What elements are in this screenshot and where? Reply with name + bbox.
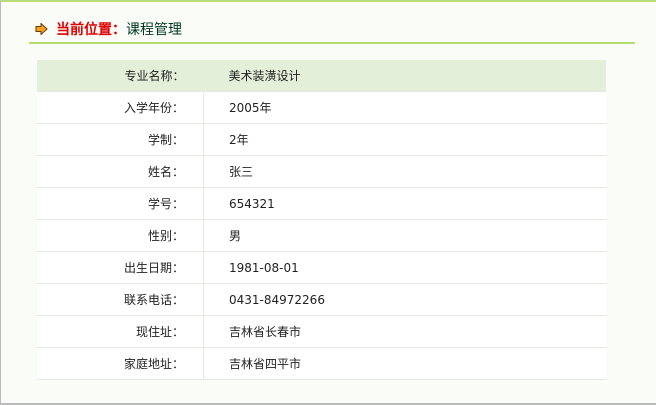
field-label: 学号： <box>37 187 204 220</box>
field-label: 专业名称： <box>37 60 204 92</box>
table-row: 专业名称： 美术装潢设计 <box>37 60 606 92</box>
student-info-table: 专业名称： 美术装潢设计 入学年份： 2005年 学制： 2年 姓名： 张三 学号： 654321… <box>37 60 606 380</box>
field-value: 654321 <box>203 187 606 220</box>
breadcrumb-current: 课程管理 <box>126 22 182 38</box>
field-value: 1981-08-01 <box>203 251 606 284</box>
arrow-right-icon <box>35 23 48 35</box>
table-row: 学制： 2年 <box>37 123 606 156</box>
divider <box>29 42 635 44</box>
table-row: 性别：男 <box>37 219 606 252</box>
field-value: 2年 <box>203 123 606 156</box>
field-value: 0431-84972266 <box>203 283 606 316</box>
field-label: 性别： <box>37 219 204 252</box>
table-row: 出生日期： 1981-08-01 <box>37 251 606 284</box>
table-row: 姓名： 张三 <box>37 155 606 188</box>
field-label: 出生日期： <box>37 251 204 284</box>
field-value: 2005年 <box>203 91 606 124</box>
field-value: 张三 <box>203 155 606 188</box>
table-row: 联系电话： 0431-84972266 <box>37 283 606 316</box>
field-value: 美术装潢设计 <box>203 60 606 92</box>
field-label: 姓名： <box>37 155 204 188</box>
breadcrumb: 当前位置： 课程管理 <box>35 19 182 39</box>
breadcrumb-label: 当前位置： <box>56 22 126 38</box>
table-row: 学号： 654321 <box>37 187 606 220</box>
table-row: 入学年份： 2005年 <box>37 91 606 124</box>
field-value: 吉林省四平市 <box>203 347 606 380</box>
field-label: 入学年份： <box>37 91 204 124</box>
field-value: 吉林省长春市 <box>203 315 606 348</box>
field-label: 学制： <box>37 123 204 156</box>
table-row: 家庭地址： 吉林省四平市 <box>37 347 606 380</box>
field-label: 现住址： <box>37 315 204 348</box>
field-label: 家庭地址： <box>37 347 204 380</box>
field-label: 联系电话： <box>37 283 204 316</box>
table-row: 现住址： 吉林省长春市 <box>37 315 606 348</box>
field-value: 男 <box>203 219 606 252</box>
